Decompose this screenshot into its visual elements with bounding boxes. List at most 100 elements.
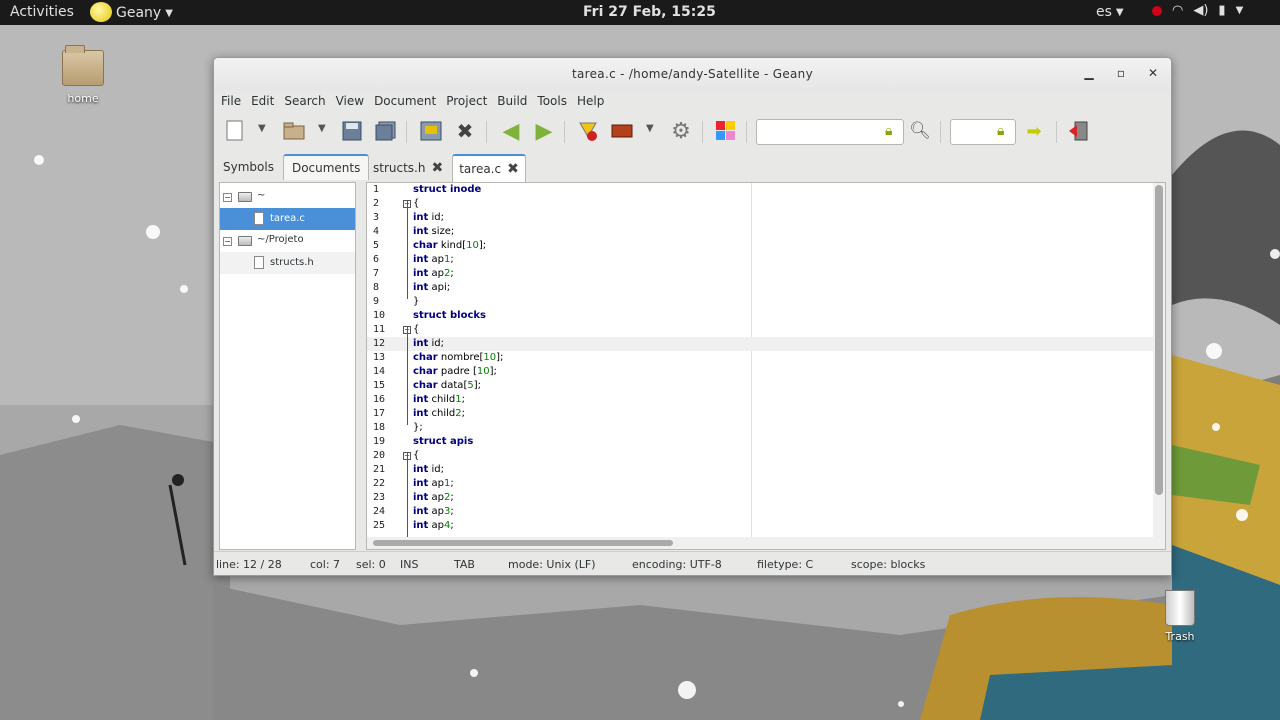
line-number: 20 bbox=[373, 450, 386, 461]
line-text: }; bbox=[413, 422, 423, 433]
code-line[interactable]: 19 struct apis bbox=[367, 435, 1153, 449]
search-input[interactable]: 🔒︎ bbox=[756, 119, 904, 145]
collapse-icon[interactable]: − bbox=[223, 237, 232, 246]
build-dropdown-chevron-icon[interactable]: ▼ bbox=[646, 123, 654, 134]
keyboard-layout-menu[interactable]: es ▼ bbox=[1096, 4, 1124, 20]
horizontal-scrollbar[interactable] bbox=[367, 537, 1153, 549]
menu-search[interactable]: Search bbox=[279, 91, 330, 113]
code-line[interactable]: 4 int size; bbox=[367, 225, 1153, 239]
code-line[interactable]: 11−{ bbox=[367, 323, 1153, 337]
code-line[interactable]: 16 int child1; bbox=[367, 393, 1153, 407]
goto-line-button[interactable]: ➡ bbox=[1022, 119, 1046, 143]
tab-structs-h[interactable]: structs.h ✖ bbox=[366, 154, 450, 182]
menu-document[interactable]: Document bbox=[369, 91, 441, 113]
run-button[interactable]: ⚙ bbox=[669, 118, 693, 144]
system-tray[interactable]: ◠ ◀) ▮ ▼ bbox=[1152, 3, 1243, 18]
menu-project[interactable]: Project bbox=[441, 91, 492, 113]
fold-guide bbox=[407, 201, 408, 299]
tree-file-tarea[interactable]: tarea.c bbox=[220, 208, 355, 230]
code-line[interactable]: 20−{ bbox=[367, 449, 1153, 463]
scroll-thumb[interactable] bbox=[373, 540, 673, 546]
close-tab-icon[interactable]: ✖ bbox=[507, 161, 519, 177]
open-recent-chevron-icon[interactable]: ▼ bbox=[318, 123, 326, 134]
new-file-dropdown-chevron-icon[interactable]: ▼ bbox=[258, 123, 266, 134]
color-chooser-button[interactable] bbox=[714, 119, 738, 143]
minimize-button[interactable]: ▁ bbox=[1081, 66, 1097, 80]
snowflake bbox=[34, 155, 44, 165]
code-line[interactable]: 24 int ap3; bbox=[367, 505, 1153, 519]
code-line[interactable]: 18}; bbox=[367, 421, 1153, 435]
code-line[interactable]: 17 int child2; bbox=[367, 407, 1153, 421]
window-titlebar[interactable]: tarea.c - /home/andy-Satellite - Geany ▁… bbox=[214, 58, 1171, 91]
code-line[interactable]: 21 int id; bbox=[367, 463, 1153, 477]
revert-button[interactable] bbox=[419, 119, 443, 143]
code-line[interactable]: 14 char padre [10]; bbox=[367, 365, 1153, 379]
code-line[interactable]: 9} bbox=[367, 295, 1153, 309]
line-text: { bbox=[413, 198, 420, 209]
code-line[interactable]: 13 char nombre[10]; bbox=[367, 351, 1153, 365]
activities-button[interactable]: Activities bbox=[10, 4, 74, 20]
open-file-button[interactable] bbox=[282, 119, 306, 143]
menu-file[interactable]: File bbox=[216, 91, 246, 113]
tab-label: structs.h bbox=[373, 161, 426, 175]
tree-folder-projeto[interactable]: − ~/Projeto bbox=[220, 230, 355, 252]
maximize-button[interactable]: ▫ bbox=[1113, 66, 1129, 80]
toolbar-separator bbox=[406, 121, 407, 143]
tab-tarea-c[interactable]: tarea.c ✖ bbox=[452, 154, 526, 182]
menu-build[interactable]: Build bbox=[492, 91, 532, 113]
gear-icon: ⚙ bbox=[671, 118, 691, 144]
geany-window: tarea.c - /home/andy-Satellite - Geany ▁… bbox=[213, 57, 1172, 576]
desktop-icon-trash[interactable]: Trash bbox=[1156, 590, 1204, 643]
build-button[interactable] bbox=[610, 119, 634, 143]
save-all-button[interactable] bbox=[374, 119, 398, 143]
code-line[interactable]: 8 int api; bbox=[367, 281, 1153, 295]
close-tab-icon[interactable]: ✖ bbox=[431, 160, 443, 176]
tab-documents[interactable]: Documents bbox=[282, 154, 370, 180]
compile-button[interactable] bbox=[576, 119, 600, 143]
find-button[interactable]: 🔍︎ bbox=[908, 119, 932, 143]
save-button[interactable] bbox=[340, 119, 364, 143]
menu-help[interactable]: Help bbox=[572, 91, 609, 113]
goto-line-input[interactable]: 🔒︎ bbox=[950, 119, 1016, 145]
code-line[interactable]: 22 int ap1; bbox=[367, 477, 1153, 491]
code-line[interactable]: 1 struct inode bbox=[367, 183, 1153, 197]
code-line[interactable]: 7 int ap2; bbox=[367, 267, 1153, 281]
status-tab: TAB bbox=[454, 558, 475, 571]
build-brick-icon bbox=[611, 124, 633, 138]
code-line[interactable]: 23 int ap2; bbox=[367, 491, 1153, 505]
navigate-back-button[interactable]: ◀ bbox=[499, 119, 523, 144]
code-line[interactable]: 3 int id; bbox=[367, 211, 1153, 225]
code-line[interactable]: 5 char kind[10]; bbox=[367, 239, 1153, 253]
code-line[interactable]: 12 int id; bbox=[367, 337, 1153, 351]
tab-symbols[interactable]: Symbols bbox=[214, 154, 283, 180]
volume-icon: ◀) bbox=[1193, 3, 1209, 18]
menu-view[interactable]: View bbox=[331, 91, 369, 113]
tree-file-structs[interactable]: structs.h bbox=[220, 252, 355, 274]
close-button[interactable]: ✕ bbox=[1145, 66, 1161, 80]
new-file-button[interactable] bbox=[223, 119, 247, 143]
new-file-icon bbox=[226, 120, 243, 141]
snowflake bbox=[678, 681, 696, 699]
close-file-button[interactable]: ✖ bbox=[453, 119, 477, 143]
navigate-forward-button[interactable]: ▶ bbox=[532, 119, 556, 144]
desktop-icon-home[interactable]: home bbox=[56, 45, 110, 105]
line-text: char kind[10]; bbox=[413, 240, 487, 251]
vertical-scrollbar[interactable] bbox=[1153, 183, 1165, 549]
tree-folder-home[interactable]: − ~ bbox=[220, 186, 355, 208]
code-editor[interactable]: 1 struct inode 2−{3 int id; 4 int size; 5 char … bbox=[366, 182, 1166, 550]
line-number: 3 bbox=[373, 212, 380, 223]
line-text: int ap2; bbox=[413, 268, 454, 279]
code-line[interactable]: 15 char data[5]; bbox=[367, 379, 1153, 393]
app-menu[interactable]: Geany ▼ bbox=[90, 2, 173, 22]
menu-tools[interactable]: Tools bbox=[532, 91, 572, 113]
code-line[interactable]: 6 int ap1; bbox=[367, 253, 1153, 267]
collapse-icon[interactable]: − bbox=[223, 193, 232, 202]
menu-edit[interactable]: Edit bbox=[246, 91, 279, 113]
line-number: 16 bbox=[373, 394, 386, 405]
code-line[interactable]: 2−{ bbox=[367, 197, 1153, 211]
code-line[interactable]: 10 struct blocks bbox=[367, 309, 1153, 323]
quit-button[interactable] bbox=[1066, 119, 1090, 143]
code-line[interactable]: 25 int ap4; bbox=[367, 519, 1153, 533]
scroll-thumb[interactable] bbox=[1155, 185, 1163, 495]
clock[interactable]: Fri 27 Feb, 15:25 bbox=[583, 4, 716, 20]
